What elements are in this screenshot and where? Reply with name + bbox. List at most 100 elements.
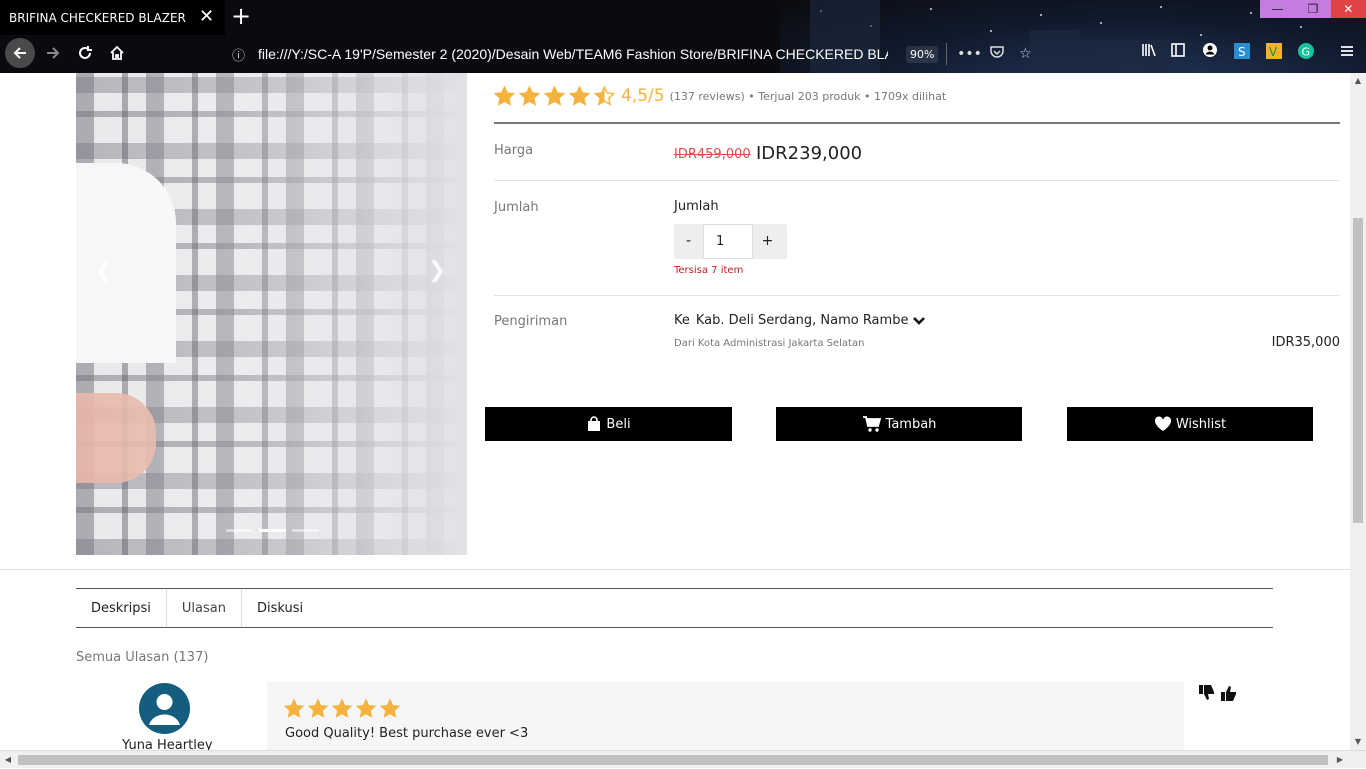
quantity-label: Jumlah (494, 200, 539, 215)
star-icon (356, 699, 376, 718)
star-icon (569, 85, 590, 106)
rating-stars (494, 85, 619, 107)
carousel-prev-icon[interactable]: ❮ (92, 258, 116, 288)
reviewer-name: Yuna Heartley (122, 738, 213, 750)
product-photo-shade (76, 73, 467, 555)
grammarly-icon[interactable]: G (1294, 42, 1318, 66)
buy-button-label: Beli (606, 416, 631, 432)
heart-icon (1154, 416, 1171, 431)
shipping-label: Pengiriman (494, 314, 568, 329)
scroll-right-icon[interactable]: ▶ (1332, 751, 1348, 769)
tab-diskusi[interactable]: Diskusi (242, 589, 318, 627)
site-info-icon[interactable]: ⓘ (232, 45, 250, 64)
divider (0, 569, 1350, 570)
avatar (139, 683, 190, 734)
quantity-title: Jumlah (674, 199, 719, 214)
shipping-destination[interactable]: Ke Kab. Deli Serdang, Namo Rambe (674, 313, 926, 328)
address-bar[interactable]: ⓘ file:///Y:/SC-A 19'P/Semester 2 (2020)… (226, 40, 1044, 68)
pocket-icon[interactable] (983, 45, 1011, 63)
add-to-cart-button[interactable]: Tambah (776, 407, 1022, 441)
carousel-dot-active[interactable] (259, 529, 286, 532)
chevron-down-icon[interactable] (912, 314, 926, 328)
quantity-increment-button[interactable]: + (753, 224, 782, 259)
page-actions-icon[interactable]: ••• (955, 46, 983, 62)
carousel-dot[interactable] (292, 529, 319, 532)
star-icon (544, 85, 565, 106)
browser-chrome: BRIFINA CHECKERED BLAZER ✕ + — ❐ ✕ ⓘ fil… (0, 0, 1366, 73)
stock-remaining: Tersisa 7 item (674, 265, 744, 276)
review-stars (284, 699, 404, 719)
vertical-scrollbar[interactable]: ▲ ▼ (1350, 73, 1366, 750)
url-text[interactable]: file:///Y:/SC-A 19'P/Semester 2 (2020)/D… (258, 46, 888, 62)
buy-button[interactable]: Beli (485, 407, 732, 441)
zoom-level[interactable]: 90% (906, 45, 939, 63)
horizontal-scrollbar[interactable]: ◀ ▶ (0, 750, 1366, 768)
new-tab-icon[interactable]: + (230, 4, 252, 28)
wishlist-button[interactable]: Wishlist (1067, 407, 1313, 441)
home-icon[interactable] (102, 38, 132, 68)
rating-meta: (137 reviews) • Terjual 203 produk • 170… (669, 89, 947, 103)
back-icon[interactable] (5, 38, 35, 68)
extension-v-icon[interactable]: V (1262, 42, 1286, 66)
close-tab-icon[interactable]: ✕ (199, 8, 215, 26)
library-icon[interactable] (1137, 42, 1161, 66)
browser-tab[interactable]: BRIFINA CHECKERED BLAZER ✕ (0, 0, 225, 35)
tab-deskripsi[interactable]: Deskripsi (76, 589, 166, 627)
page-content: ❮ ❯ 4,5/5 (137 reviews) • Terjual 203 pr… (0, 73, 1350, 750)
extension-s-icon[interactable]: S (1230, 42, 1254, 66)
shipping-cost: IDR35,000 (1271, 335, 1340, 350)
thumbs-down-icon[interactable] (1197, 683, 1217, 703)
shopping-bag-icon (588, 416, 601, 431)
old-price: IDR459,000 (674, 147, 751, 162)
reviews-heading: Semua Ulasan (137) (76, 650, 209, 665)
reload-icon[interactable] (70, 38, 100, 68)
divider (494, 122, 1340, 124)
divider (946, 43, 948, 65)
shipping-city[interactable]: Kab. Deli Serdang, Namo Rambe (696, 313, 909, 328)
quantity-decrement-button[interactable]: - (674, 224, 703, 259)
close-window-icon[interactable]: ✕ (1330, 0, 1366, 18)
product-tabs: Deskripsi Ulasan Diskusi (76, 588, 1273, 628)
scrollbar-thumb[interactable] (1353, 218, 1363, 523)
scroll-down-icon[interactable]: ▼ (1350, 734, 1366, 750)
tab-title: BRIFINA CHECKERED BLAZER (9, 10, 186, 25)
shopping-cart-icon (862, 416, 881, 432)
wishlist-label: Wishlist (1175, 416, 1227, 432)
product-image-carousel[interactable]: ❮ ❯ (76, 73, 467, 555)
review-card: Good Quality! Best purchase ever <3 (267, 682, 1184, 750)
star-icon (284, 699, 304, 718)
sidebar-icon[interactable] (1166, 42, 1190, 66)
star-icon (494, 85, 515, 106)
svg-text:S: S (1238, 45, 1246, 59)
carousel-indicators (226, 529, 319, 532)
scroll-left-icon[interactable]: ◀ (0, 751, 16, 769)
bookmark-star-icon[interactable]: ☆ (1011, 46, 1039, 62)
price-label: Harga (494, 143, 534, 158)
product-rating: 4,5/5 (137 reviews) • Terjual 203 produk… (494, 83, 946, 109)
shipping-origin: Dari Kota Administrasi Jakarta Selatan (674, 338, 865, 349)
user-icon (149, 694, 180, 725)
restore-icon[interactable]: ❐ (1295, 0, 1330, 18)
tab-ulasan[interactable]: Ulasan (165, 589, 242, 627)
quantity-input[interactable] (703, 224, 753, 259)
scrollbar-thumb[interactable] (18, 755, 1328, 765)
thumbs-up-icon[interactable] (1219, 683, 1239, 703)
svg-text:V: V (1269, 45, 1278, 59)
scroll-up-icon[interactable]: ▲ (1350, 73, 1366, 89)
menu-icon[interactable] (1335, 42, 1359, 66)
star-icon (308, 699, 328, 718)
star-icon (519, 85, 540, 106)
rating-score: 4,5/5 (621, 86, 665, 106)
star-icon (332, 699, 352, 718)
carousel-next-icon[interactable]: ❯ (425, 258, 449, 288)
forward-icon[interactable] (38, 38, 68, 68)
divider (494, 295, 1340, 296)
window-controls: — ❐ ✕ (1260, 0, 1366, 18)
carousel-dot[interactable] (226, 529, 253, 532)
minimize-icon[interactable]: — (1260, 0, 1295, 18)
account-icon[interactable] (1198, 42, 1222, 66)
shipping-prefix: Ke (674, 313, 690, 328)
add-to-cart-label: Tambah (885, 416, 937, 432)
review-text: Good Quality! Best purchase ever <3 (285, 726, 529, 741)
divider (494, 180, 1340, 181)
